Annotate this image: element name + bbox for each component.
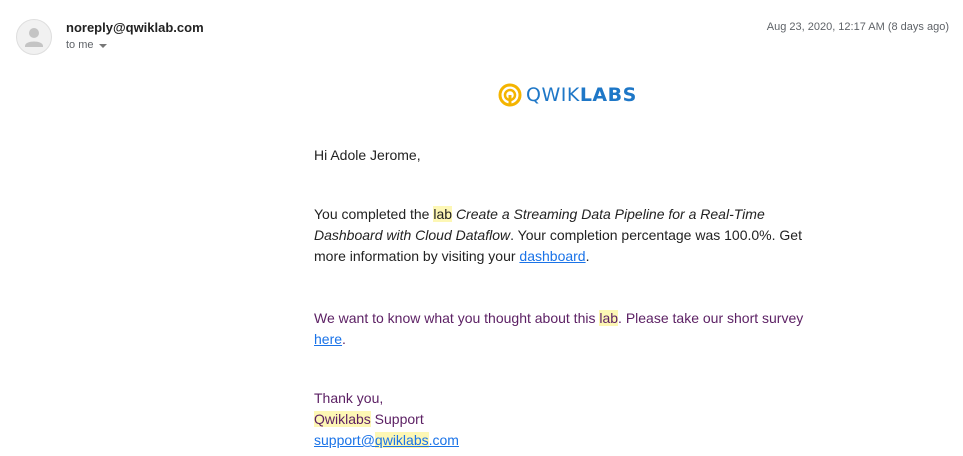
greeting: Hi Adole Jerome, [314,147,421,163]
sender-avatar[interactable] [16,19,52,55]
signoff-thanks: Thank you, [314,390,384,406]
signoff-team: Qwiklabs Support [314,411,424,427]
recipient-label: to me [66,39,94,51]
support-email: support@qwiklabs.com [314,430,814,451]
person-icon [25,28,43,47]
survey-link[interactable]: here [314,331,342,347]
highlight-lab: lab [599,310,619,326]
recipient-line[interactable]: to me [66,39,107,51]
email-date: Aug 23, 2020, 12:17 AM (8 days ago) [766,21,949,33]
highlight-lab: lab [433,206,453,222]
signoff: Thank you, Qwiklabs Support support@qwik… [314,388,814,451]
dashboard-link[interactable]: dashboard [519,248,585,264]
qwiklabs-logo: QWIKLABS [498,83,637,107]
qwiklabs-logo-icon [498,83,522,107]
highlight-brand: Qwiklabs [314,411,371,427]
chevron-down-icon[interactable] [98,44,107,48]
logo-wordmark: QWIKLABS [526,84,637,106]
sender-email[interactable]: noreply@qwiklab.com [66,20,204,35]
survey-paragraph: We want to know what you thought about t… [314,310,804,347]
completion-paragraph: You completed the lab Create a Streaming… [314,206,802,264]
support-email-link[interactable]: support@qwiklabs.com [314,432,459,448]
